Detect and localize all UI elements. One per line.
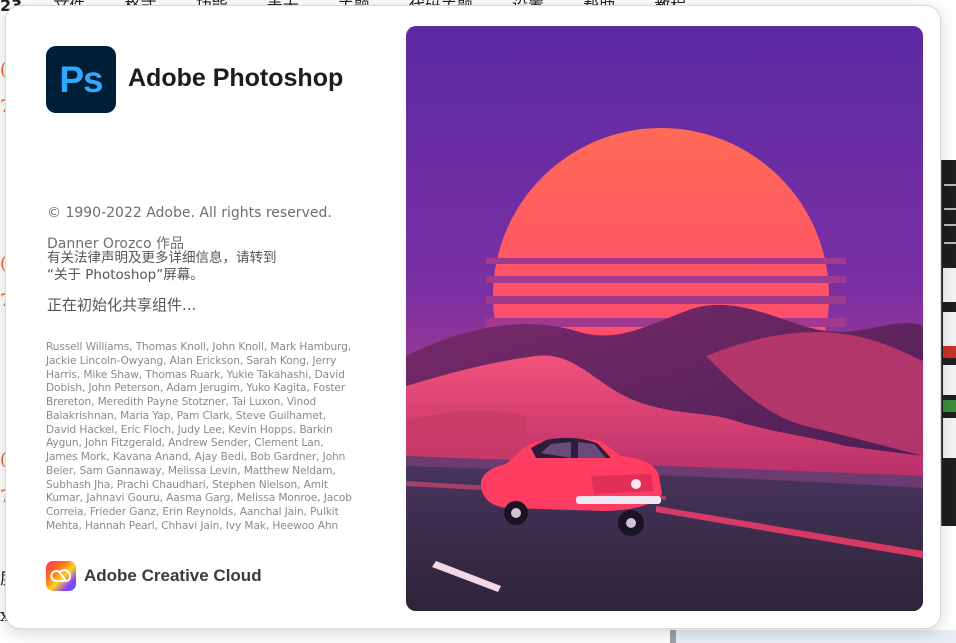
creative-cloud-label: Adobe Creative Cloud [84,566,262,585]
legal-notice-line: 有关法律声明及更多详细信息，请转到 [47,250,277,266]
app-title: Adobe Photoshop [128,64,344,92]
photoshop-logo-icon: Ps [46,46,116,113]
credits-line: Brereton, Meredith Payne Stotzner, Tai L… [46,396,317,408]
photoshop-splash-screen: Ps Adobe Photoshop © 1990-2022 Adobe. Al… [6,6,940,628]
credits-line: Dobish, John Peterson, Adam Jerugim, Yuk… [46,382,346,395]
credits-line: Beier, Sam Gannaway, Melissa Levin, Matt… [46,464,336,477]
credits-line: Harris, Mike Shaw, Thomas Ruark, Yukie T… [46,368,345,381]
credits-line: Correia, Frieder Ganz, Erin Reynolds, Aa… [46,506,339,518]
background-window-edge [941,160,956,526]
loading-status: 正在初始化共享组件... [47,296,197,314]
legal-notice-line: “关于 Photoshop”屏幕。 [47,267,204,283]
credits-line: James Mork, Kavana Anand, Ajay Bedi, Bob… [46,451,346,463]
credits-line: Kumar, Jahnavi Gouru, Aasma Garg, Meliss… [46,492,352,505]
creative-cloud-icon [46,561,76,591]
credits-line: Aygun, John Fitzgerald, Andrew Sender, C… [46,437,324,450]
logo-text: Ps [59,58,103,100]
copyright-text: © 1990-2022 Adobe. All rights reserved. [47,205,332,221]
credits-line: Subhash Jha, Prachi Chaudhari, Stephen N… [46,478,328,491]
legal-notice: 有关法律声明及更多详细信息，请转到 “关于 Photoshop”屏幕。 [47,250,347,284]
credits-line: Russell Williams, Thomas Knoll, John Kno… [46,341,352,353]
background-taskbar-fragment [670,630,956,643]
splash-artwork [406,26,923,611]
credits-line: Mehta, Hannah Pearl, Chhavi Jain, Ivy Ma… [46,519,339,532]
credits-list: Russell Williams, Thomas Knoll, John Kno… [46,341,362,534]
credits-line: Jackie Lincoln-Owyang, Alan Erickson, Sa… [46,354,337,367]
credits-line: David Hackel, Eric Floch, Judy Lee, Kevi… [46,423,333,436]
credits-line: Balakrishnan, Maria Yap, Pam Clark, Stev… [46,409,327,422]
